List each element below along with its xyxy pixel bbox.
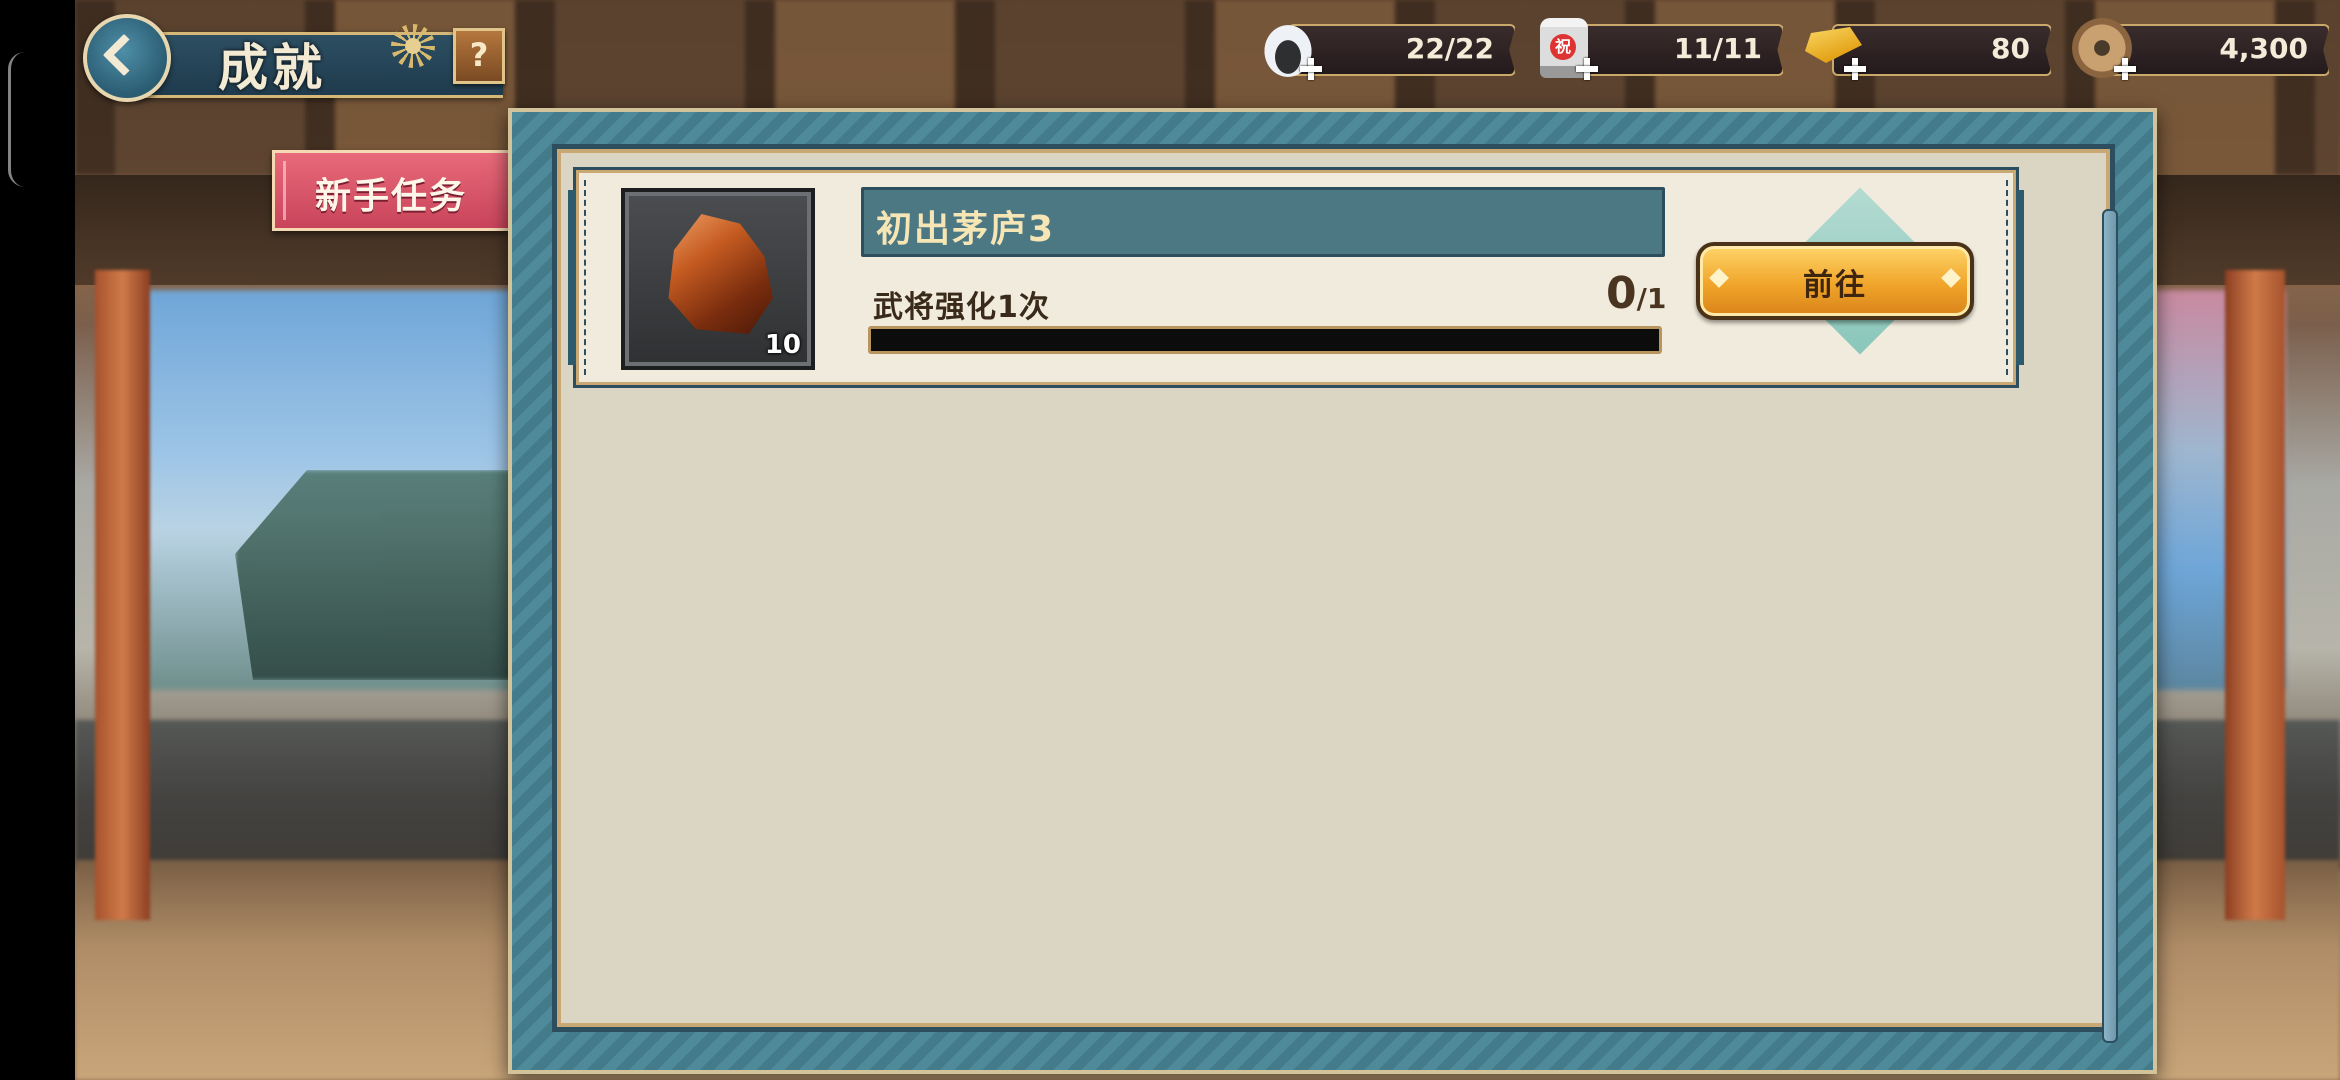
quest-title: 初出茅庐3 [876,209,1056,250]
progress-bar [868,326,1662,354]
quest-title-band: 初出茅庐3 [861,187,1665,257]
progress-total: /1 [1636,282,1667,315]
plus-icon[interactable] [1576,58,1598,80]
scrollbar[interactable] [2102,209,2118,1043]
resource-copper-coin[interactable]: 4,300 [2072,18,2330,80]
plus-icon[interactable] [1844,58,1866,80]
back-button[interactable] [83,14,171,102]
pillar-right [2225,270,2285,920]
card-edge-right [2016,190,2024,365]
progress-counter: 0/1 [1606,268,1666,319]
chrysanthemum-icon [391,24,435,68]
quest-description: 武将强化1次 [873,290,1050,325]
title-bar: 成就 ? [83,14,505,102]
reward-item-slot[interactable]: 10 [621,188,815,370]
page-title: 成就 [218,39,326,97]
system-gesture-bar[interactable] [8,52,25,187]
resource-gold-bar[interactable]: 80 [1802,22,2052,80]
quest-card: 10 初出茅庐3 武将强化1次 0/1 前往 [568,167,2024,388]
card-edge-left [568,190,576,365]
sake-label: 祝 [1550,34,1576,60]
pillar-left [95,270,150,920]
tab-newbie-tasks[interactable]: 新手任务 [272,150,510,231]
resource-value: 22/22 [1405,32,1494,65]
plus-icon[interactable] [1300,58,1322,80]
plus-icon[interactable] [2114,58,2136,80]
help-button[interactable]: ? [453,28,505,84]
progress-current: 0 [1606,268,1637,319]
chevron-left-icon [102,33,146,77]
ore-icon [668,214,773,334]
go-button[interactable]: 前往 [1696,242,1974,320]
resource-value: 11/11 [1673,32,1762,65]
resource-rice-ball[interactable]: 22/22 [1258,18,1516,80]
resource-value: 4,300 [2219,32,2308,65]
go-button-label: 前往 [1803,268,1867,303]
tab-label: 新手任务 [315,176,468,217]
resource-sake-barrel[interactable]: 祝 11/11 [1534,18,1784,80]
resource-value: 80 [1991,32,2030,65]
reward-count: 10 [764,330,801,360]
